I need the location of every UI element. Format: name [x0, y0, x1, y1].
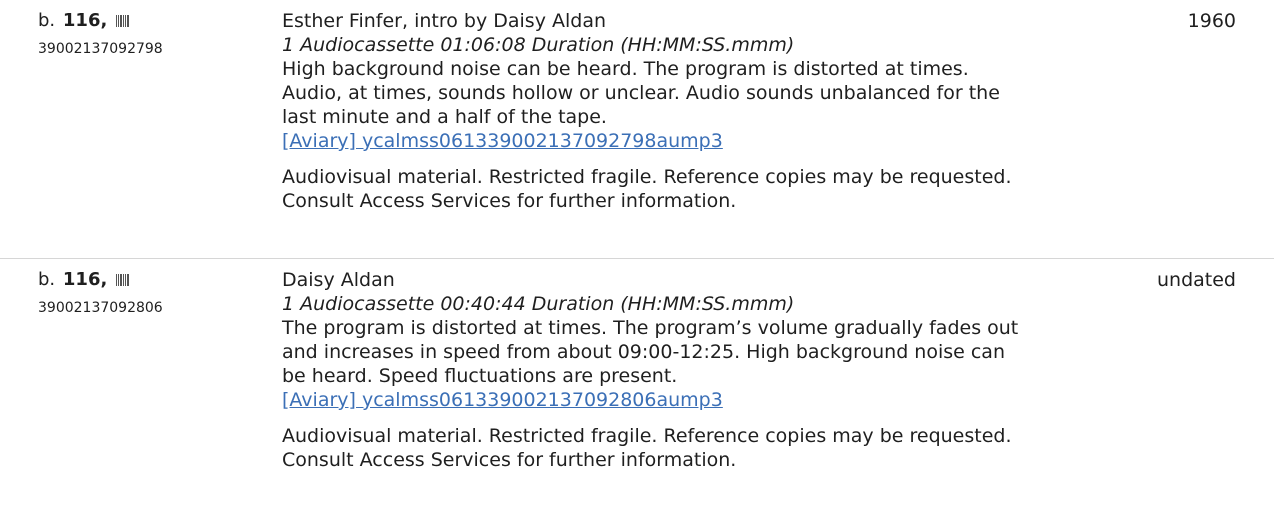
- aviary-link[interactable]: [Aviary] ycalmss061339002137092798aump3: [282, 130, 723, 152]
- box-number: 116,: [62, 269, 108, 290]
- item-title: Esther Finfer, intro by Daisy Aldan: [282, 10, 607, 32]
- access-note-line: Consult Access Services for further info…: [282, 190, 737, 212]
- barcode-number: 39002137092806: [38, 300, 163, 316]
- item-note-line: Audio, at times, sounds hollow or unclea…: [282, 82, 1000, 104]
- container-row: b. 116, 39002137092806 Daisy Aldan 1 Aud…: [0, 259, 1274, 510]
- container-location: b. 116, 39002137092798: [38, 9, 258, 59]
- item-date: undated: [1157, 269, 1236, 291]
- box-prefix: b.: [38, 269, 56, 290]
- access-note: Audiovisual material. Restricted fragile…: [282, 165, 1162, 213]
- box-prefix: b.: [38, 10, 56, 31]
- box-label: b. 116,: [38, 9, 258, 33]
- barcode-icon: [116, 15, 131, 27]
- aviary-link[interactable]: [Aviary] ycalmss061339002137092806aump3: [282, 389, 723, 411]
- container-row: b. 116, 39002137092798 Esther Finfer, in…: [0, 0, 1274, 259]
- item-date: 1960: [1187, 10, 1236, 32]
- barcode-number: 39002137092798: [38, 41, 163, 57]
- item-description: Daisy Aldan 1 Audiocassette 00:40:44 Dur…: [282, 268, 1162, 472]
- item-note-line: The program is distorted at times. The p…: [282, 317, 1019, 339]
- box-label: b. 116,: [38, 268, 258, 292]
- item-extent: 1 Audiocassette 01:06:08 Duration (HH:MM…: [282, 34, 795, 56]
- access-note: Audiovisual material. Restricted fragile…: [282, 424, 1162, 472]
- access-note-line: Audiovisual material. Restricted fragile…: [282, 166, 1012, 188]
- container-location: b. 116, 39002137092806: [38, 268, 258, 318]
- access-note-line: Consult Access Services for further info…: [282, 449, 737, 471]
- item-note-line: be heard. Speed fluctuations are present…: [282, 365, 678, 387]
- item-note-line: and increases in speed from about 09:00-…: [282, 341, 1005, 363]
- item-description: Esther Finfer, intro by Daisy Aldan 1 Au…: [282, 9, 1162, 213]
- barcode-icon: [116, 274, 131, 286]
- access-note-line: Audiovisual material. Restricted fragile…: [282, 425, 1012, 447]
- box-number: 116,: [62, 10, 108, 31]
- item-note-line: High background noise can be heard. The …: [282, 58, 969, 80]
- item-extent: 1 Audiocassette 00:40:44 Duration (HH:MM…: [282, 293, 795, 315]
- item-title: Daisy Aldan: [282, 269, 395, 291]
- item-note-line: last minute and a half of the tape.: [282, 106, 607, 128]
